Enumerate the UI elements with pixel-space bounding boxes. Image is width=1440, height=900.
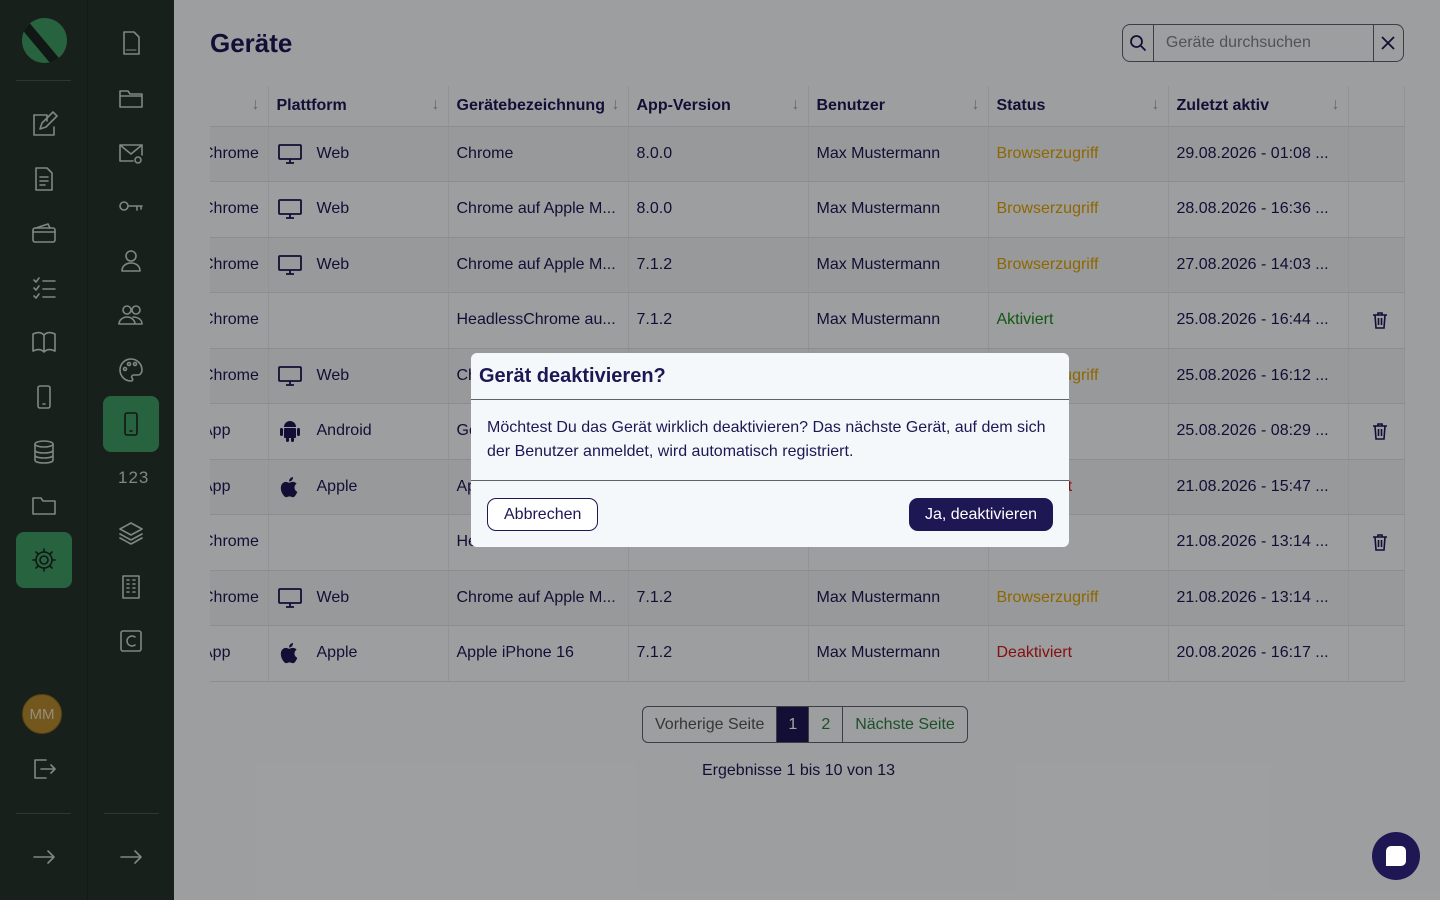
chat-button[interactable] [1372,832,1420,880]
chat-bubble-icon [1386,846,1406,866]
dialog-footer: Abbrechen Ja, deaktivieren [471,481,1069,547]
cancel-button[interactable]: Abbrechen [487,498,599,531]
dialog-message: Möchtest Du das Gerät wirklich deaktivie… [471,400,1069,481]
dialog-title: Gerät deaktivieren? [471,353,1069,400]
confirm-deactivate-button[interactable]: Ja, deaktivieren [908,498,1053,531]
deactivate-device-dialog: Gerät deaktivieren? Möchtest Du das Gerä… [471,353,1069,547]
